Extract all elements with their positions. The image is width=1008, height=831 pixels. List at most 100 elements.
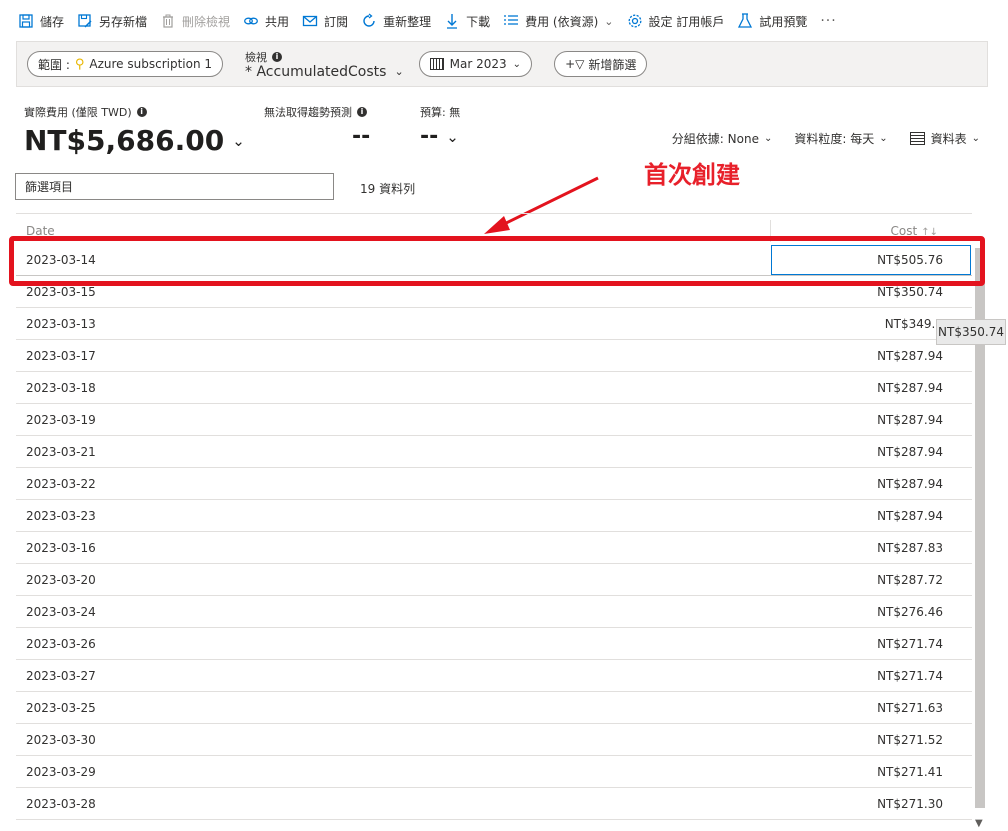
actual-cost-label-text: 實際費用 (僅限 TWD) — [24, 106, 132, 119]
try-preview-label: 試用預覽 — [759, 14, 808, 29]
cost-cell: NT$287.94 — [877, 445, 943, 459]
table-row[interactable]: 2023-03-18 NT$287.94 — [16, 372, 972, 404]
date-cell: 2023-03-30 — [26, 733, 96, 747]
forecast-value-text: -- — [352, 124, 371, 149]
table-row[interactable]: 2023-03-22 NT$287.94 — [16, 468, 972, 500]
subscribe-button[interactable]: 訂閱 — [302, 7, 348, 35]
add-filter-icon: +▽ — [565, 57, 585, 71]
cost-cell: NT$287.94 — [877, 381, 943, 395]
date-cell: 2023-03-20 — [26, 573, 96, 587]
table-row[interactable]: 2023-03-21 NT$287.94 — [16, 436, 972, 468]
group-by-label: 分組依據: None — [671, 132, 759, 146]
filter-items-input[interactable] — [15, 173, 334, 200]
table-row[interactable]: 2023-03-25 NT$271.63 — [16, 692, 972, 724]
download-button[interactable]: 下載 — [444, 7, 490, 35]
table-row[interactable]: 2023-03-13 NT$349.2 — [16, 308, 972, 340]
date-cell: 2023-03-18 — [26, 381, 96, 395]
date-cell: 2023-03-28 — [26, 797, 96, 811]
row-count: 19 資料列 — [360, 182, 416, 196]
filter-bar: 範圍 : ⚲ Azure subscription 1 檢視 i * Accumu… — [16, 41, 988, 87]
cost-table: Date Cost ↑↓ 2023-03-14 NT$505.76 2023-03-1… — [16, 213, 988, 831]
date-cell: 2023-03-23 — [26, 509, 96, 523]
cost-cell: NT$287.94 — [877, 349, 943, 363]
chevron-down-icon: ⌄ — [232, 131, 245, 150]
date-cell: 2023-03-21 — [26, 445, 96, 459]
try-preview-button[interactable]: 試用預覽 — [737, 7, 807, 35]
table-row[interactable]: 2023-03-30 NT$271.52 — [16, 724, 972, 756]
table-row[interactable]: 2023-03-19 NT$287.94 — [16, 404, 972, 436]
granularity-label: 資料粒度: 每天 — [794, 132, 875, 146]
table-row[interactable]: 2023-03-26 NT$271.74 — [16, 628, 972, 660]
table-row[interactable]: 2023-03-28 NT$271.30 — [16, 788, 972, 820]
command-bar: 儲存 另存新檔 刪除檢視 共用 訂閱 重新整理 下載 費用 (依資源) ⌄ 設定… — [0, 0, 1008, 42]
add-filter-label: 新增篩選 — [588, 57, 637, 72]
cost-cell: NT$271.52 — [877, 733, 943, 747]
view-type-dropdown[interactable]: 資料表 ⌄ — [909, 130, 980, 147]
cost-cell: NT$287.94 — [877, 413, 943, 427]
add-filter-pill[interactable]: +▽ 新增篩選 — [554, 51, 648, 77]
view-type-label: 資料表 — [930, 132, 967, 146]
table-body: 2023-03-14 NT$505.76 2023-03-15 NT$350.74 20… — [16, 244, 972, 820]
date-range-label: Mar 2023 — [449, 57, 507, 71]
annotation-highlight-box — [9, 236, 985, 286]
table-row[interactable]: 2023-03-16 NT$287.83 — [16, 532, 972, 564]
budget-value[interactable]: -- ⌄ — [420, 124, 460, 149]
cost-cell: NT$350.74 — [877, 285, 943, 299]
download-label: 下載 — [466, 14, 491, 29]
costs-by-resource-dropdown[interactable]: 費用 (依資源) ⌄ — [503, 7, 614, 35]
delete-view-label: 刪除檢視 — [182, 14, 231, 29]
settings-button[interactable]: 設定 訂用帳戶 — [627, 7, 725, 35]
table-row[interactable]: 2023-03-23 NT$287.94 — [16, 500, 972, 532]
share-button[interactable]: 共用 — [243, 7, 289, 35]
date-range-pill[interactable]: Mar 2023 ⌄ — [418, 51, 533, 77]
budget-block: 預算: 無 -- ⌄ — [420, 104, 460, 149]
cost-cell: NT$271.74 — [877, 669, 943, 683]
refresh-label: 重新整理 — [383, 14, 432, 29]
calendar-icon — [429, 58, 444, 70]
costs-by-resource-label: 費用 (依資源) — [525, 14, 599, 29]
cost-cell: NT$349.2 — [884, 317, 943, 331]
view-selector[interactable]: 檢視 i * AccumulatedCosts ⌄ — [245, 49, 404, 80]
chevron-down-icon: ⌄ — [879, 133, 888, 144]
table-row[interactable]: 2023-03-27 NT$271.74 — [16, 660, 972, 692]
cost-cell: NT$271.63 — [877, 701, 943, 715]
delete-view-button[interactable]: 刪除檢視 — [160, 7, 230, 35]
date-cell: 2023-03-22 — [26, 477, 96, 491]
save-as-button[interactable]: 另存新檔 — [77, 7, 147, 35]
scroll-down-icon[interactable]: ▼ — [975, 818, 983, 829]
table-row[interactable]: 2023-03-20 NT$287.72 — [16, 564, 972, 596]
list-icon — [503, 13, 519, 29]
flask-icon — [737, 13, 753, 29]
chevron-down-icon: ⌄ — [394, 65, 404, 78]
cost-cell: NT$287.83 — [877, 541, 943, 555]
view-name-text: * AccumulatedCosts — [245, 63, 387, 80]
view-label-text: 檢視 — [245, 50, 268, 64]
table-row[interactable]: 2023-03-17 NT$287.94 — [16, 340, 972, 372]
more-button[interactable]: ··· — [820, 7, 836, 35]
chevron-down-icon: ⌄ — [971, 133, 980, 144]
table-row[interactable]: 2023-03-24 NT$276.46 — [16, 596, 972, 628]
save-as-icon — [77, 13, 93, 29]
scope-label: 範圍 : — [38, 57, 70, 72]
chevron-down-icon: ⌄ — [763, 133, 773, 144]
scope-pill[interactable]: 範圍 : ⚲ Azure subscription 1 — [27, 51, 224, 77]
cost-cell: NT$271.41 — [877, 765, 943, 779]
date-cell: 2023-03-27 — [26, 669, 96, 683]
cost-cell: NT$276.46 — [877, 605, 943, 619]
date-cell: 2023-03-13 — [26, 317, 96, 331]
group-by-dropdown[interactable]: 分組依據: None ⌄ — [672, 130, 773, 147]
table-row[interactable]: 2023-03-29 NT$271.41 — [16, 756, 972, 788]
budget-label: 預算: 無 — [420, 106, 461, 119]
view-name: * AccumulatedCosts ⌄ — [245, 64, 404, 80]
refresh-button[interactable]: 重新整理 — [361, 7, 431, 35]
actual-cost-value[interactable]: NT$5,686.00 ⌄ — [24, 124, 245, 157]
date-cell: 2023-03-24 — [26, 605, 96, 619]
settings-label: 設定 訂用帳戶 — [648, 14, 725, 29]
granularity-dropdown[interactable]: 資料粒度: 每天 ⌄ — [794, 130, 887, 147]
save-button[interactable]: 儲存 — [18, 7, 64, 35]
info-icon: i — [357, 107, 367, 117]
mail-icon — [302, 13, 318, 29]
forecast-label: 無法取得趨勢預測 i — [264, 104, 370, 120]
cost-cell: NT$271.74 — [877, 637, 943, 651]
cost-cell: NT$271.30 — [877, 797, 943, 811]
